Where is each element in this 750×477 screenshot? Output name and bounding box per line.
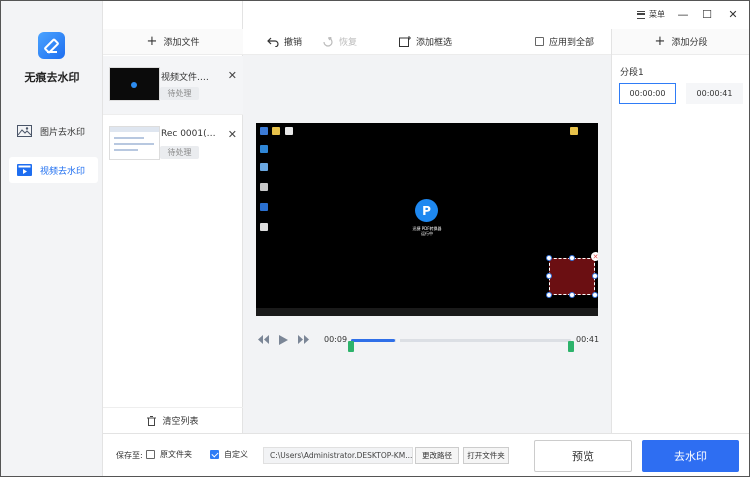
sidebar-item-image-watermark[interactable]: 图片去水印 bbox=[9, 118, 98, 144]
video-taskbar bbox=[256, 308, 598, 316]
video-preview[interactable]: P 迅捷 PDF转换器 运行中 ✕ bbox=[256, 123, 598, 316]
resize-handle[interactable] bbox=[569, 292, 575, 298]
play-icon[interactable] bbox=[279, 335, 288, 345]
maximize-button[interactable]: ☐ bbox=[699, 6, 715, 22]
checkbox-unchecked[interactable] bbox=[146, 450, 155, 459]
save-to-label: 保存至: bbox=[116, 451, 143, 460]
clear-list-button[interactable]: 清空列表 bbox=[103, 407, 243, 433]
player-controls: 00:09 00:41 bbox=[256, 331, 600, 352]
segment-start-handle[interactable] bbox=[348, 341, 354, 352]
close-window-button[interactable]: ✕ bbox=[725, 6, 741, 22]
redo-button[interactable]: 恢复 bbox=[322, 35, 357, 48]
file-list-panel: + 添加文件 视频文件.… 待处理 ✕ Rec 0001(… 待处理 ✕ 清空列… bbox=[103, 1, 243, 433]
bottom-bar: 保存至: 原文件夹 自定义 C:\Users\Administrator.DES… bbox=[103, 433, 749, 476]
window-titlebar: 菜单 — ☐ ✕ bbox=[611, 1, 749, 29]
resize-handle[interactable] bbox=[569, 255, 575, 261]
undo-icon bbox=[267, 37, 279, 47]
app-title: 无痕去水印 bbox=[24, 71, 80, 84]
add-box-icon bbox=[399, 36, 411, 47]
segment-label: 分段1 bbox=[620, 68, 644, 78]
file-thumbnail bbox=[109, 67, 160, 101]
add-file-button[interactable]: + 添加文件 bbox=[103, 29, 243, 55]
change-path-button[interactable]: 更改路径 bbox=[415, 447, 459, 464]
plus-icon: + bbox=[654, 34, 666, 49]
progress-fill bbox=[351, 339, 395, 342]
minimize-button[interactable]: — bbox=[675, 6, 691, 22]
app-window: 无痕去水印 图片去水印 视频去水印 + 添加文件 视频文件.… 待处理 ✕ Re… bbox=[0, 0, 750, 477]
source-folder-option[interactable]: 原文件夹 bbox=[146, 449, 192, 460]
file-item[interactable]: Rec 0001(… 待处理 ✕ bbox=[103, 114, 243, 172]
checkbox-checked[interactable] bbox=[210, 450, 219, 459]
end-time: 00:41 bbox=[576, 335, 600, 344]
close-icon[interactable]: ✕ bbox=[591, 252, 598, 261]
app-logo-icon bbox=[38, 32, 65, 59]
plus-icon: + bbox=[146, 34, 158, 49]
current-time: 00:09 bbox=[324, 335, 348, 344]
sidebar-item-label: 图片去水印 bbox=[40, 127, 86, 138]
file-item[interactable]: 视频文件.… 待处理 ✕ bbox=[103, 56, 243, 114]
segment-panel: + 添加分段 分段1 00:00:00 00:00:41 bbox=[611, 29, 749, 433]
custom-folder-option[interactable]: 自定义 bbox=[210, 449, 248, 460]
toolbar: 撤销 恢复 添加框选 应用到全部 bbox=[243, 29, 611, 55]
add-segment-button[interactable]: + 添加分段 bbox=[612, 29, 749, 55]
video-overlay-text: 迅捷 PDF转换器 运行中 bbox=[412, 226, 442, 236]
file-name: 视频文件.… bbox=[161, 73, 209, 83]
segment-end-handle[interactable] bbox=[568, 341, 574, 352]
video-icon bbox=[17, 164, 32, 176]
close-icon[interactable]: ✕ bbox=[228, 69, 237, 82]
preview-area: P 迅捷 PDF转换器 运行中 ✕ 00:09 00:41 bbox=[243, 55, 611, 433]
resize-handle[interactable] bbox=[546, 273, 552, 279]
app-logo-icon: P bbox=[415, 199, 438, 222]
progress-slider[interactable] bbox=[351, 338, 571, 343]
status-badge: 待处理 bbox=[160, 87, 199, 100]
watermark-selection-box[interactable] bbox=[549, 258, 595, 295]
resize-handle[interactable] bbox=[546, 292, 552, 298]
redo-icon bbox=[323, 36, 333, 47]
file-name: Rec 0001(… bbox=[161, 129, 216, 139]
image-icon bbox=[17, 125, 32, 137]
output-path-field[interactable]: C:\Users\Administrator.DESKTOP-KM... bbox=[263, 447, 413, 464]
trash-icon bbox=[147, 415, 157, 426]
undo-button[interactable]: 撤销 bbox=[267, 35, 302, 48]
resize-handle[interactable] bbox=[592, 273, 598, 279]
menu-button[interactable]: 菜单 bbox=[637, 9, 665, 20]
preview-button[interactable]: 预览 bbox=[534, 440, 632, 472]
file-thumbnail bbox=[109, 126, 160, 160]
resize-handle[interactable] bbox=[546, 255, 552, 261]
close-icon[interactable]: ✕ bbox=[228, 128, 237, 141]
open-folder-button[interactable]: 打开文件夹 bbox=[463, 447, 509, 464]
rewind-icon[interactable] bbox=[258, 335, 269, 344]
checkbox-unchecked[interactable] bbox=[535, 37, 544, 46]
sidebar-item-label: 视频去水印 bbox=[40, 166, 86, 177]
add-selection-box-button[interactable]: 添加框选 bbox=[399, 35, 452, 48]
segment-start-time-input[interactable]: 00:00:00 bbox=[619, 83, 676, 104]
resize-handle[interactable] bbox=[592, 292, 598, 298]
apply-to-all-checkbox[interactable]: 应用到全部 bbox=[535, 35, 594, 48]
remove-watermark-button[interactable]: 去水印 bbox=[642, 440, 739, 472]
sidebar: 无痕去水印 图片去水印 视频去水印 bbox=[1, 1, 103, 476]
status-badge: 待处理 bbox=[160, 146, 199, 159]
fast-forward-icon[interactable] bbox=[298, 335, 309, 344]
sidebar-item-video-watermark[interactable]: 视频去水印 bbox=[9, 157, 98, 183]
menu-icon bbox=[637, 10, 645, 19]
segment-end-time-input[interactable]: 00:00:41 bbox=[686, 83, 743, 104]
